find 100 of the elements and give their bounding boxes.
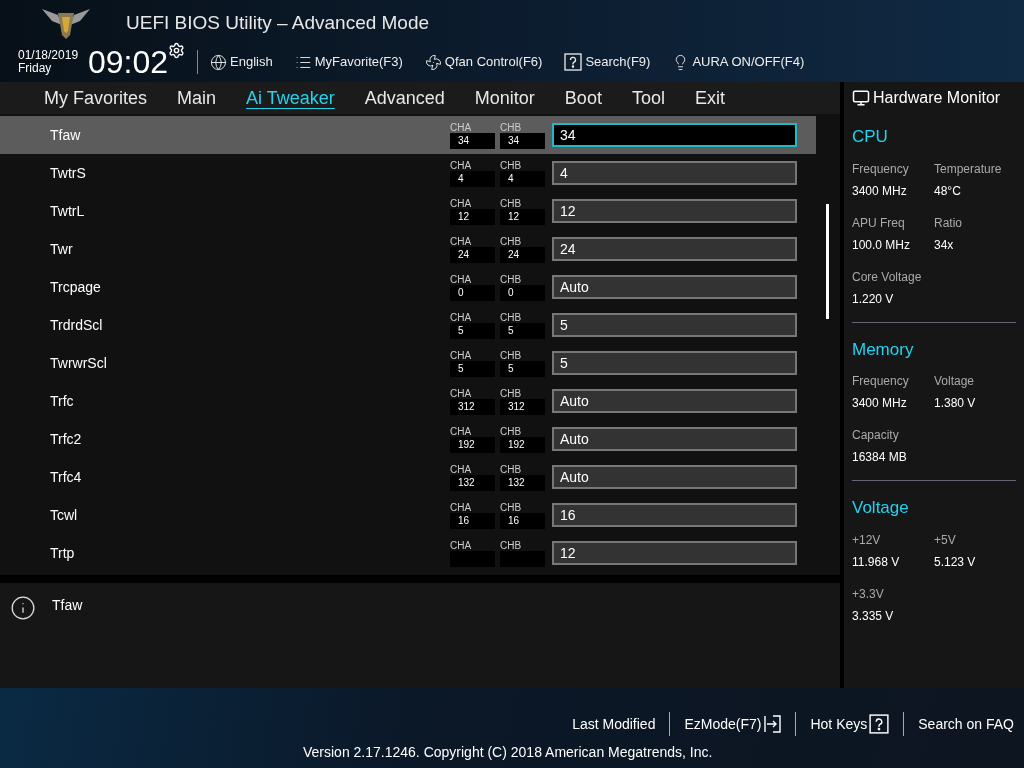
setting-row[interactable]: Tcwl CHA 16 CHB 16 16 bbox=[0, 496, 816, 534]
reading-label: +5V bbox=[934, 531, 957, 549]
channel-label: CHB bbox=[500, 425, 523, 437]
menu-tab[interactable]: Exit bbox=[694, 84, 725, 112]
footer-button[interactable]: Search on FAQ bbox=[918, 713, 1014, 735]
reading-value: 11.968 V bbox=[852, 553, 901, 571]
channel-value: 4 bbox=[500, 170, 545, 187]
setting-row[interactable]: Trfc CHA 312 CHB 312 Auto bbox=[0, 382, 816, 420]
settings-icon[interactable] bbox=[168, 42, 186, 59]
menu-tab[interactable]: Monitor bbox=[474, 84, 535, 112]
value-field[interactable]: 34 bbox=[552, 123, 797, 147]
setting-label: Twr bbox=[49, 239, 74, 259]
channel-value: 192 bbox=[450, 436, 495, 453]
version-text: Version 2.17.1246. Copyright (C) 2018 American Megatrends, Inc. bbox=[303, 743, 713, 762]
footer-button[interactable]: Last Modified bbox=[572, 713, 656, 735]
channel-value: 132 bbox=[500, 474, 545, 491]
setting-label: Tfaw bbox=[49, 125, 82, 145]
reading-label: +3.3V bbox=[852, 585, 885, 603]
toolbar-button[interactable]: AURA ON/OFF(F4) bbox=[672, 52, 805, 72]
setting-label: Trcpage bbox=[49, 277, 102, 297]
value-field[interactable]: 24 bbox=[552, 237, 797, 261]
setting-row[interactable]: TwrwrScl CHA 5 CHB 5 5 bbox=[0, 344, 816, 382]
day-text: Friday bbox=[18, 62, 53, 75]
fan-icon bbox=[424, 53, 442, 71]
reading-value: 16384 MB bbox=[852, 449, 908, 466]
panel-title: Hardware Monitor bbox=[873, 88, 1001, 108]
channel-label: CHB bbox=[500, 387, 523, 399]
reading-label: Capacity bbox=[852, 427, 900, 444]
channel-value: 5 bbox=[500, 322, 545, 339]
toolbar-button[interactable]: Search(F9) bbox=[564, 52, 651, 72]
setting-label: TwtrS bbox=[49, 163, 87, 183]
channel-value: 12 bbox=[500, 208, 545, 225]
menu-tab[interactable]: Advanced bbox=[364, 84, 445, 112]
setting-label: TrdrdScl bbox=[49, 315, 104, 335]
menu-tab[interactable]: Ai Tweaker bbox=[246, 84, 335, 112]
channel-value: 4 bbox=[450, 170, 495, 187]
menu-tab[interactable]: Tool bbox=[631, 84, 665, 112]
channel-label: CHB bbox=[500, 235, 523, 247]
channel-label: CHA bbox=[450, 463, 473, 475]
toolbar-button[interactable]: MyFavorite(F3) bbox=[294, 52, 403, 72]
value-field[interactable]: Auto bbox=[552, 389, 797, 413]
setting-row[interactable]: Trtp CHA CHB 12 bbox=[0, 534, 816, 572]
value-field[interactable]: 12 bbox=[552, 199, 797, 223]
value-field[interactable]: 4 bbox=[552, 161, 797, 185]
value-field[interactable]: 5 bbox=[552, 313, 797, 337]
channel-label: CHB bbox=[500, 463, 523, 475]
channel-value: 312 bbox=[500, 398, 545, 415]
setting-row[interactable]: TrdrdScl CHA 5 CHB 5 5 bbox=[0, 306, 816, 344]
channel-value: 16 bbox=[500, 512, 545, 529]
setting-label: Trfc bbox=[49, 391, 75, 411]
footer-button[interactable]: Hot Keys bbox=[810, 713, 890, 735]
value-field[interactable]: Auto bbox=[552, 275, 797, 299]
menu-tab[interactable]: My Favorites bbox=[44, 84, 148, 112]
value-field[interactable]: Auto bbox=[552, 427, 797, 451]
channel-label: CHB bbox=[500, 311, 523, 323]
channel-value: 5 bbox=[450, 322, 495, 339]
setting-row[interactable]: TwtrL CHA 12 CHB 12 12 bbox=[0, 192, 816, 230]
reading-label: Ratio bbox=[934, 214, 963, 232]
channel-value: 5 bbox=[450, 360, 495, 377]
toolbar-button[interactable]: English bbox=[210, 52, 273, 72]
window-title: UEFI BIOS Utility – Advanced Mode bbox=[126, 10, 430, 35]
setting-row[interactable]: Twr CHA 24 CHB 24 24 bbox=[0, 230, 816, 268]
setting-row[interactable]: TwtrS CHA 4 CHB 4 4 bbox=[0, 154, 816, 192]
reading-value: 34x bbox=[934, 236, 955, 254]
channel-value: 132 bbox=[450, 474, 495, 491]
channel-value: 24 bbox=[450, 246, 495, 263]
scrollbar[interactable] bbox=[826, 204, 829, 319]
setting-row[interactable]: Trfc2 CHA 192 CHB 192 Auto bbox=[0, 420, 816, 458]
channel-label: CHB bbox=[500, 539, 523, 551]
channel-label: CHA bbox=[450, 235, 473, 247]
menu-tab[interactable]: Boot bbox=[564, 84, 602, 112]
value-field[interactable]: 5 bbox=[552, 351, 797, 375]
value-field[interactable]: Auto bbox=[552, 465, 797, 489]
value-field[interactable]: 12 bbox=[552, 541, 797, 565]
setting-label: TwrwrScl bbox=[49, 353, 108, 373]
channel-label: CHA bbox=[450, 197, 473, 209]
setting-label: Tcwl bbox=[49, 505, 79, 525]
setting-row[interactable]: Trcpage CHA 0 CHB 0 Auto bbox=[0, 268, 816, 306]
channel-label: CHB bbox=[500, 197, 523, 209]
menu-tab[interactable]: Main bbox=[177, 84, 217, 112]
setting-row[interactable]: Trfc4 CHA 132 CHB 132 Auto bbox=[0, 458, 816, 496]
exit-icon bbox=[763, 715, 782, 733]
channel-label: CHA bbox=[450, 121, 473, 133]
globe-icon bbox=[210, 53, 228, 71]
channel-label: CHB bbox=[500, 159, 523, 171]
channel-label: CHA bbox=[450, 501, 473, 513]
channel-label: CHB bbox=[500, 121, 523, 133]
channel-value: 192 bbox=[500, 436, 545, 453]
channel-value: 24 bbox=[500, 246, 545, 263]
date-text: 01/18/2019 bbox=[18, 49, 80, 62]
value-field[interactable]: 16 bbox=[552, 503, 797, 527]
reading-value: 3.335 V bbox=[852, 607, 895, 625]
reading-label: Temperature bbox=[934, 160, 1003, 178]
footer-button[interactable]: EzMode(F7) bbox=[684, 713, 782, 735]
setting-row[interactable]: Tfaw CHA 34 CHB 34 34 bbox=[0, 116, 816, 154]
info-icon bbox=[10, 595, 36, 621]
reading-label: APU Freq bbox=[852, 214, 906, 232]
section-title: CPU bbox=[852, 126, 889, 148]
toolbar-button[interactable]: Qfan Control(F6) bbox=[424, 52, 543, 72]
channel-value: 34 bbox=[500, 132, 545, 149]
